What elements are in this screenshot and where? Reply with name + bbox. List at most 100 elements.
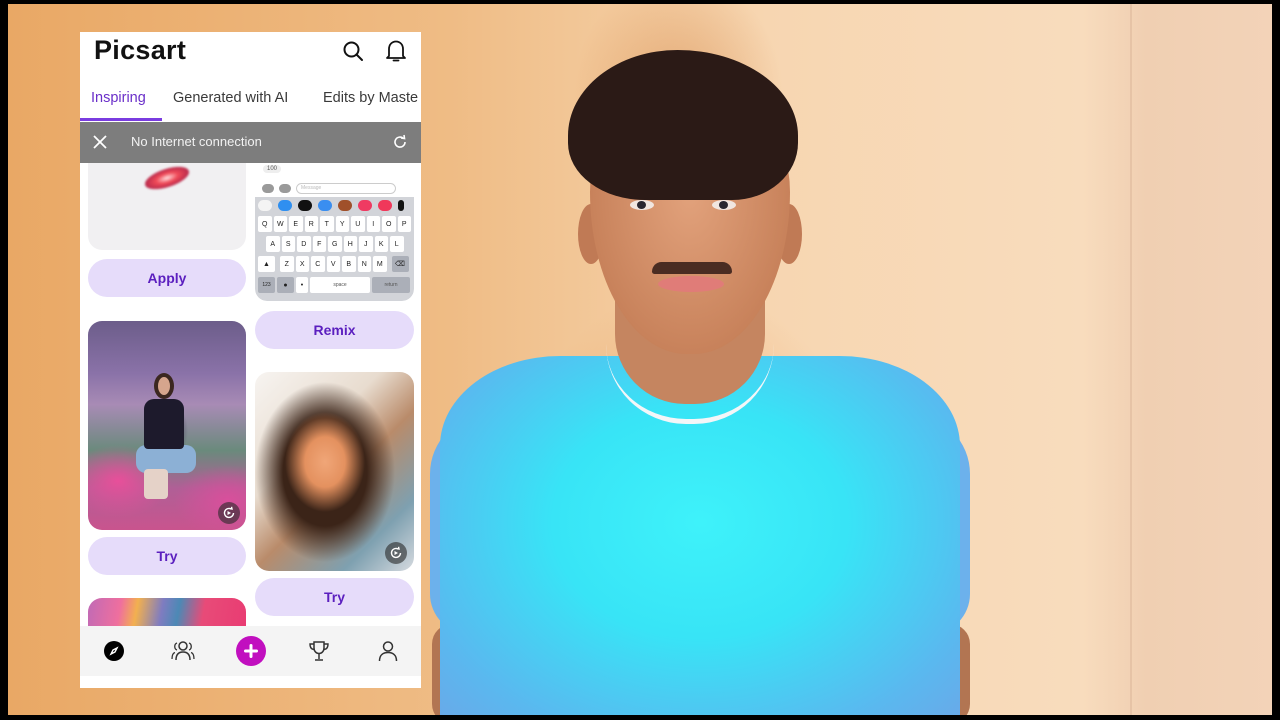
return-key: return (372, 277, 410, 293)
replay-icon (223, 506, 235, 519)
key-k: K (374, 236, 388, 252)
trophy-icon (309, 641, 329, 661)
more-apps-icon (398, 200, 404, 211)
keyboard-row-3-letters: ZXCVBNM (280, 256, 387, 272)
mic-key: • (296, 277, 308, 293)
replay-button[interactable] (385, 542, 407, 564)
nav-explore[interactable] (96, 633, 132, 669)
app-logo: Picsart (94, 35, 187, 65)
message-input-preview: Message (296, 183, 396, 194)
key-c: C (311, 256, 325, 272)
app-header: Picsart (80, 32, 421, 82)
key-e: E (289, 216, 303, 232)
message-compose-area: 100 Message (255, 163, 414, 199)
try-button[interactable]: Try (255, 578, 414, 616)
keyboard-preview: QWERTYUIOP ASDFGHJKL ▲ ZXCVBNM ⌫ 123 ● •… (255, 197, 414, 301)
numbers-key: 123 (258, 277, 275, 293)
refresh-icon (394, 134, 406, 148)
photos-icon (258, 200, 272, 211)
hair (568, 50, 798, 200)
nav-challenges[interactable] (301, 633, 337, 669)
compass-icon (104, 641, 124, 661)
compose-icons: Message (262, 183, 396, 194)
key-l: L (390, 236, 404, 252)
fantasy-girl-figure (136, 373, 196, 503)
key-g: G (328, 236, 342, 252)
key-y: Y (335, 216, 349, 232)
key-v: V (326, 256, 340, 272)
feed-grid: Apply Try 100 Message Q W E R T Y U I O … (80, 163, 421, 626)
appstore-icon (278, 200, 292, 211)
feed-tabs: Inspiring Generated with AI Edits by Mas… (80, 82, 421, 122)
eye-right (712, 200, 736, 210)
replay-button[interactable] (218, 502, 240, 524)
memoji-icon (318, 200, 332, 211)
user-icon (378, 641, 398, 662)
key-n: N (357, 256, 371, 272)
tab-generated-with-ai[interactable]: Generated with AI (173, 90, 288, 106)
applepay-icon (298, 200, 312, 211)
dismiss-banner-button[interactable] (92, 134, 108, 155)
tab-inspiring[interactable]: Inspiring (91, 90, 146, 106)
key-t: T (320, 216, 334, 232)
offline-banner: No Internet connection (80, 122, 421, 163)
picsart-app-screen: Picsart Inspiring Generated with AI Edit… (80, 32, 421, 688)
space-key: space (310, 277, 370, 293)
globe-key: ● (277, 277, 294, 293)
key-x: X (295, 256, 309, 272)
app-store-icon (279, 184, 291, 193)
remix-button[interactable]: Remix (255, 311, 414, 349)
nav-community[interactable] (165, 633, 201, 669)
key-a: A (266, 236, 280, 252)
figure-head (154, 373, 174, 399)
nav-profile[interactable] (370, 633, 406, 669)
key-f: F (312, 236, 326, 252)
feed-card-abstract[interactable] (88, 598, 246, 626)
count-badge: 100 (263, 165, 282, 173)
key-z: Z (280, 256, 294, 272)
people-icon (171, 641, 195, 661)
wall-seam (1130, 4, 1132, 715)
replay-icon (390, 546, 402, 559)
bottom-navigation (80, 626, 421, 676)
figure-boots (144, 469, 168, 499)
key-s: S (281, 236, 295, 252)
mouth (658, 276, 724, 292)
key-j: J (359, 236, 373, 252)
tab-edits-by-masters[interactable]: Edits by Maste (323, 90, 418, 106)
figure-body (144, 399, 184, 449)
feed-card-keyboard[interactable]: 100 Message QWERTYUIOP A S D F G H J K L… (255, 163, 414, 301)
shift-key: ▲ (258, 256, 275, 272)
key-m: M (373, 256, 387, 272)
active-tab-indicator (80, 118, 162, 121)
key-h: H (343, 236, 357, 252)
nav-create[interactable] (233, 633, 269, 669)
feed-card-fantasy[interactable] (88, 321, 246, 530)
try-button[interactable]: Try (88, 537, 246, 575)
search-icon (343, 41, 363, 61)
music-icon (378, 200, 392, 211)
eye-left (630, 200, 654, 210)
feed-card-lips[interactable] (88, 163, 246, 250)
key-o: O (382, 216, 396, 232)
keyboard-row-3: ▲ ZXCVBNM ⌫ (258, 256, 409, 272)
delete-key: ⌫ (391, 256, 409, 272)
key-b: B (342, 256, 356, 272)
bell-icon (386, 40, 406, 62)
key-d: D (297, 236, 311, 252)
search-button[interactable] (341, 39, 365, 63)
animoji-icon (338, 200, 352, 211)
presenter (420, 44, 980, 715)
close-icon (93, 135, 107, 149)
apply-button[interactable]: Apply (88, 259, 246, 297)
notifications-button[interactable] (384, 39, 408, 63)
images-search-icon (358, 200, 372, 211)
retry-button[interactable] (392, 134, 408, 155)
key-p: P (397, 216, 411, 232)
offline-message: No Internet connection (131, 134, 262, 149)
mustache (652, 262, 732, 274)
feed-card-portrait[interactable] (255, 372, 414, 571)
key-r: R (304, 216, 318, 232)
plus-icon (236, 636, 266, 666)
key-q: Q (258, 216, 272, 232)
